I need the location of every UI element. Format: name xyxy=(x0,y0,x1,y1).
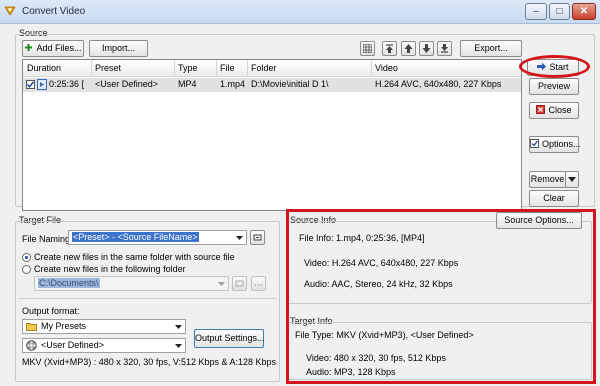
grid-icon xyxy=(363,44,372,53)
row-checkbox[interactable] xyxy=(26,80,35,89)
start-highlight-annotation xyxy=(519,55,590,78)
options-icon xyxy=(530,139,539,148)
preview-button[interactable]: Preview xyxy=(529,78,579,95)
minimize-button[interactable]: – xyxy=(525,3,547,20)
move-top-button[interactable] xyxy=(382,41,397,56)
divider xyxy=(18,298,277,299)
row-duration: 0:25:36 [ xyxy=(49,79,85,89)
radio-following-folder-label[interactable]: Create new files in the following folder xyxy=(34,264,186,274)
naming-macro-button[interactable] xyxy=(250,230,265,245)
video-file-icon xyxy=(37,79,47,90)
info-highlight-annotation xyxy=(286,209,596,384)
row-file: 1.mp4 xyxy=(220,79,246,89)
chevron-down-icon xyxy=(175,344,182,348)
close-window-button[interactable]: ✕ xyxy=(572,3,596,20)
film-reel-icon xyxy=(26,340,37,351)
folder-macro-button[interactable] xyxy=(232,276,247,291)
row-video: H.264 AVC, 640x480, 227 Kbps xyxy=(375,79,502,89)
import-button[interactable]: Import... xyxy=(89,40,148,57)
preset-folder-combo[interactable]: My Presets xyxy=(22,319,186,334)
chevron-down-icon xyxy=(175,325,182,329)
radio-following-folder[interactable] xyxy=(22,265,31,274)
grid-view-button[interactable] xyxy=(360,41,375,56)
column-folder[interactable]: Folder xyxy=(251,63,277,73)
remove-dropdown-button[interactable] xyxy=(565,171,579,188)
clear-button[interactable]: Clear xyxy=(529,190,579,207)
output-settings-button[interactable]: Output Settings... xyxy=(194,329,265,348)
move-top-icon xyxy=(386,44,393,53)
browse-folder-button[interactable] xyxy=(251,276,266,291)
row-type: MP4 xyxy=(178,79,197,89)
row-preset: <User Defined> xyxy=(95,79,159,89)
file-naming-label: File Naming: xyxy=(22,234,73,244)
macro-icon xyxy=(235,280,244,287)
table-row[interactable]: 0:25:36 [ <User Defined> MP4 1.mp4 D:\Mo… xyxy=(23,78,521,92)
options-button[interactable]: Options... xyxy=(529,136,581,153)
add-files-label: Add Files... xyxy=(36,43,82,53)
export-button[interactable]: Export... xyxy=(460,40,522,57)
remove-button[interactable]: Remove xyxy=(529,171,566,188)
chevron-down-icon xyxy=(568,177,576,182)
title-bar: Convert Video – □ ✕ xyxy=(0,0,600,24)
column-file[interactable]: File xyxy=(220,63,235,73)
add-icon xyxy=(25,44,33,51)
folder-value: C:\Documents\ xyxy=(38,278,100,288)
close-icon xyxy=(536,105,546,114)
chevron-down-icon xyxy=(218,282,225,286)
file-list[interactable]: Duration Preset Type File Folder Video 0… xyxy=(22,59,522,211)
close-button[interactable]: Close xyxy=(529,102,579,119)
list-header: Duration Preset Type File Folder Video xyxy=(23,60,521,77)
radio-same-folder[interactable] xyxy=(22,253,31,262)
row-folder: D:\Movie\initial D 1\ xyxy=(251,79,329,89)
folder-icon xyxy=(26,323,37,331)
close-label: Close xyxy=(548,105,572,115)
maximize-button[interactable]: □ xyxy=(549,3,570,20)
arrow-up-icon xyxy=(404,44,413,53)
format-summary: MKV (Xvid+MP3) : 480 x 320, 30 fps, V:51… xyxy=(22,357,277,367)
chevron-down-icon xyxy=(236,236,243,240)
ellipsis-icon xyxy=(254,284,263,286)
file-naming-combo[interactable]: <Preset> - <Source FileName> xyxy=(68,230,247,245)
column-video[interactable]: Video xyxy=(375,63,398,73)
file-naming-value: <Preset> - <Source FileName> xyxy=(72,232,199,242)
folder-combo[interactable]: C:\Documents\ xyxy=(34,276,229,291)
preset-combo[interactable]: <User Defined> xyxy=(22,338,186,353)
preset-value: <User Defined> xyxy=(41,340,105,350)
macro-icon xyxy=(253,234,262,241)
radio-same-folder-label[interactable]: Create new files in the same folder with… xyxy=(34,252,235,262)
column-type[interactable]: Type xyxy=(178,63,198,73)
move-bottom-button[interactable] xyxy=(437,41,452,56)
options-label: Options... xyxy=(542,139,581,149)
move-up-button[interactable] xyxy=(401,41,416,56)
column-duration[interactable]: Duration xyxy=(27,63,61,73)
output-format-label: Output format: xyxy=(22,306,80,316)
move-down-button[interactable] xyxy=(419,41,434,56)
move-bottom-icon xyxy=(441,44,448,53)
check-icon xyxy=(26,81,35,88)
arrow-down-icon xyxy=(422,44,431,53)
add-files-button[interactable]: Add Files... xyxy=(22,40,84,57)
app-icon xyxy=(4,6,16,16)
preset-folder-value: My Presets xyxy=(41,321,87,331)
column-preset[interactable]: Preset xyxy=(95,63,121,73)
window-title: Convert Video xyxy=(22,6,86,17)
